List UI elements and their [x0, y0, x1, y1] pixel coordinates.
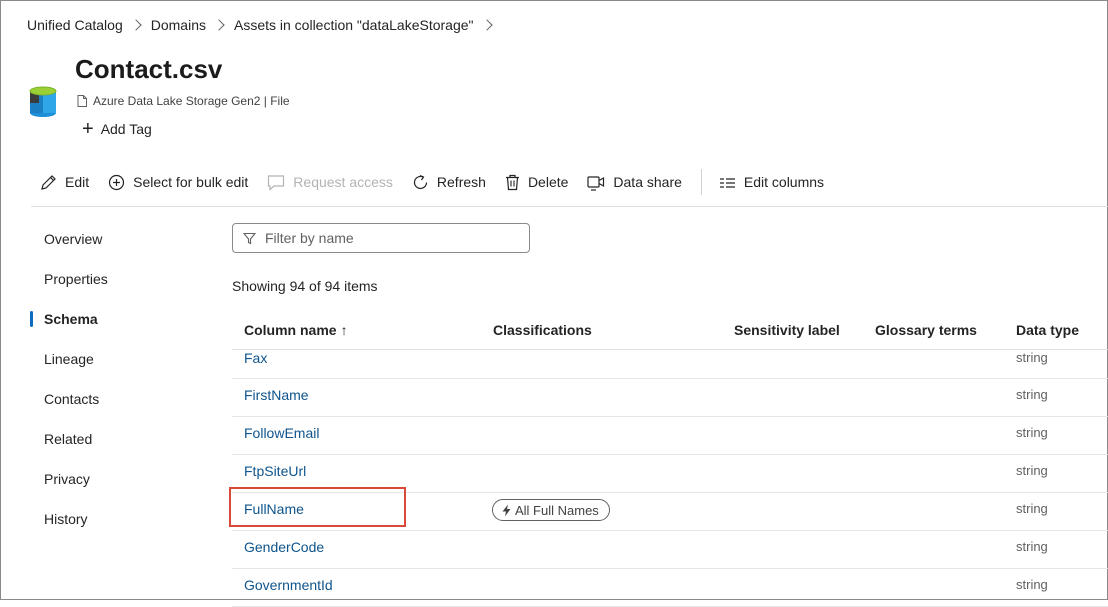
- column-name-link[interactable]: FirstName: [244, 387, 309, 403]
- table-header: Column name ↑ Classifications Sensitivity…: [232, 313, 1108, 350]
- data-share-icon: [587, 175, 605, 191]
- table-row: FirstName string: [232, 379, 1108, 417]
- nav-item-contacts[interactable]: Contacts: [30, 380, 200, 420]
- data-type-value: string: [1016, 501, 1048, 516]
- nav-item-properties[interactable]: Properties: [30, 260, 200, 300]
- classification-chip[interactable]: All Full Names: [492, 499, 610, 521]
- item-count-text: Showing 94 of 94 items: [232, 278, 378, 294]
- column-header-classifications[interactable]: Classifications: [493, 322, 592, 338]
- data-type-value: string: [1016, 350, 1048, 365]
- edit-columns-label: Edit columns: [743, 174, 825, 190]
- nav-item-schema[interactable]: Schema: [30, 300, 200, 340]
- page-title: Contact.csv: [75, 54, 223, 84]
- nav-item-lineage[interactable]: Lineage: [30, 340, 200, 380]
- delete-label: Delete: [527, 174, 569, 190]
- nav-item-privacy[interactable]: Privacy: [30, 460, 200, 500]
- data-type-value: string: [1016, 387, 1048, 402]
- trash-icon: [505, 174, 519, 190]
- chat-icon: [268, 174, 285, 191]
- refresh-label: Refresh: [436, 174, 486, 190]
- lightning-icon: [502, 504, 511, 516]
- refresh-button[interactable]: Refresh: [412, 174, 486, 191]
- sort-ascending-icon: ↑: [340, 322, 348, 338]
- filter-icon: [243, 232, 256, 244]
- column-name-link[interactable]: FtpSiteUrl: [244, 463, 306, 479]
- breadcrumb-domains[interactable]: Domains: [151, 17, 206, 33]
- refresh-icon: [413, 174, 428, 189]
- delete-button[interactable]: Delete: [505, 174, 568, 191]
- toolbar-divider-line: [31, 206, 1108, 207]
- column-name-link[interactable]: GovernmentId: [244, 577, 333, 593]
- asset-nav: Overview Properties Schema Lineage Conta…: [30, 220, 200, 540]
- table-row: FollowEmail string: [232, 417, 1108, 455]
- column-name-link[interactable]: FullName: [244, 501, 304, 517]
- bulk-edit-label: Select for bulk edit: [133, 174, 249, 190]
- edit-label: Edit: [65, 174, 90, 190]
- column-name-link[interactable]: Fax: [244, 350, 267, 366]
- data-share-label: Data share: [613, 174, 682, 190]
- bulk-edit-button[interactable]: Select for bulk edit: [108, 174, 248, 191]
- nav-item-related[interactable]: Related: [30, 420, 200, 460]
- breadcrumb-unified-catalog[interactable]: Unified Catalog: [27, 17, 123, 33]
- data-share-button[interactable]: Data share: [587, 174, 682, 191]
- plus-icon: +: [82, 118, 94, 140]
- table-row: FullName All Full Names string: [232, 493, 1108, 531]
- column-name-label: Column name: [244, 322, 337, 338]
- breadcrumb-assets-collection[interactable]: Assets in collection "dataLakeStorage": [234, 17, 474, 33]
- chevron-right-icon: [130, 19, 142, 31]
- data-type-value: string: [1016, 577, 1048, 592]
- edit-columns-icon: [719, 177, 735, 188]
- data-type-value: string: [1016, 425, 1048, 440]
- data-type-value: string: [1016, 463, 1048, 478]
- edit-button[interactable]: Edit: [40, 174, 89, 191]
- request-access-button[interactable]: Request access: [267, 174, 393, 191]
- nav-item-history[interactable]: History: [30, 500, 200, 540]
- nav-item-overview[interactable]: Overview: [30, 220, 200, 260]
- toolbar-divider: [700, 169, 702, 195]
- asset-subtitle: Azure Data Lake Storage Gen2 | File: [77, 94, 290, 108]
- asset-type-label: Azure Data Lake Storage Gen2 | File: [93, 94, 290, 108]
- add-tag-button[interactable]: + Add Tag: [82, 118, 152, 140]
- table-row: Fax string: [232, 350, 1108, 379]
- data-type-value: string: [1016, 539, 1048, 554]
- table-row: FtpSiteUrl string: [232, 455, 1108, 493]
- column-header-data-type[interactable]: Data type: [1016, 322, 1079, 338]
- column-name-link[interactable]: FollowEmail: [244, 425, 319, 441]
- file-icon: [77, 95, 87, 107]
- data-lake-storage-icon: [29, 86, 57, 117]
- column-header-sensitivity[interactable]: Sensitivity label: [734, 322, 840, 338]
- column-header-name[interactable]: Column name ↑: [244, 322, 348, 338]
- add-circle-icon: [109, 174, 125, 190]
- column-header-glossary[interactable]: Glossary terms: [875, 322, 977, 338]
- filter-input[interactable]: [263, 229, 507, 247]
- pencil-icon: [41, 174, 56, 190]
- filter-box[interactable]: [232, 223, 530, 253]
- chevron-right-icon: [213, 19, 225, 31]
- edit-columns-button[interactable]: Edit columns: [719, 174, 824, 191]
- chevron-right-icon: [480, 19, 493, 31]
- column-name-link[interactable]: GenderCode: [244, 539, 324, 555]
- classification-label: All Full Names: [515, 502, 599, 518]
- table-row: GovernmentId string: [232, 569, 1108, 607]
- breadcrumb: Unified Catalog Domains Assets in collec…: [27, 17, 502, 33]
- table-row: GenderCode string: [232, 531, 1108, 569]
- toolbar: Edit Select for bulk edit Request access…: [40, 168, 843, 196]
- request-access-label: Request access: [293, 174, 393, 190]
- add-tag-label: Add Tag: [100, 121, 152, 137]
- schema-table: Column name ↑ Classifications Sensitivity…: [232, 313, 1108, 607]
